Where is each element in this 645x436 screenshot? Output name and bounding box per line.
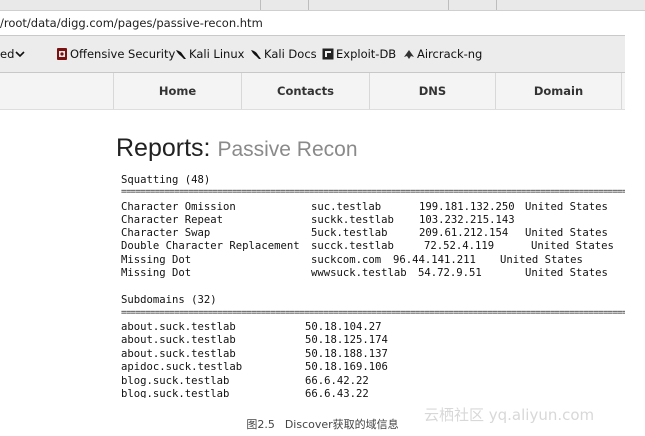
browser-tab[interactable] — [308, 0, 449, 10]
subdomain-host: blog.suck.testlab — [121, 388, 230, 398]
nav-label: Domain — [533, 84, 584, 98]
figure-caption: 图2.5 Discover获取的域信息 — [0, 416, 645, 432]
page-title-main: Reports: — [116, 134, 211, 162]
subdomain-ip: 50.18.104.27 — [305, 321, 382, 333]
exploitdb-icon — [322, 48, 334, 60]
figure-caption-text: Discover获取的域信息 — [284, 418, 399, 431]
subdomain-host: apidoc.suck.testlab — [121, 361, 243, 373]
squat-domain: wwwsuck.testlab — [311, 267, 407, 279]
squat-ip: 72.52.4.119 — [424, 240, 495, 252]
bookmark-kali-linux[interactable]: Kali Linux — [175, 47, 244, 61]
subdomain-ip: 66.6.42.22 — [305, 375, 369, 387]
bookmark-label: Kali Docs — [264, 47, 317, 61]
squat-domain: suc.testlab — [311, 201, 382, 213]
subdomain-host: about.suck.testlab — [121, 348, 236, 360]
table-row: Character Omission — [121, 201, 236, 214]
squat-type: Missing Dot — [121, 267, 192, 279]
subdomains-rule: ========================================… — [121, 310, 625, 317]
bookmark-label: ed — [0, 47, 15, 61]
squat-ip: 199.181.132.250 — [419, 201, 515, 213]
address-bar[interactable]: /root/data/digg.com/pages/passive-recon.… — [0, 11, 625, 36]
browser-tab[interactable] — [120, 0, 261, 10]
squat-type: Character Swap — [121, 227, 211, 239]
squat-country: United States — [525, 227, 608, 239]
squat-domain: suckcom.com — [311, 254, 382, 266]
figure-number: 图2.5 — [246, 418, 275, 431]
bookmark-label: Kali Linux — [189, 47, 245, 61]
squat-type: Double Character Replacement — [121, 240, 300, 252]
squatting-rule: ========================================… — [121, 189, 625, 196]
aircrack-icon — [404, 50, 414, 59]
offsec-icon — [57, 48, 67, 60]
squat-ip: 209.61.212.154 — [419, 227, 509, 239]
bookmark-most-visited[interactable]: ed — [0, 47, 25, 61]
bookmarks-toolbar: ed Offensive Security Kali Linux Kali Do… — [0, 36, 625, 73]
squat-type: Character Repeat — [121, 214, 224, 226]
nav-label: Contacts — [277, 84, 334, 98]
bookmark-exploit-db[interactable]: Exploit-DB — [322, 47, 396, 61]
squat-domain: 5uck.testlab — [311, 227, 388, 239]
squat-ip: 103.232.215.143 — [419, 214, 515, 226]
bookmark-label: Aircrack-ng — [417, 47, 483, 61]
squat-ip: 54.72.9.51 — [418, 267, 482, 279]
bookmark-label: Offensive Security — [70, 47, 176, 61]
site-navbar: Home Contacts DNS Domain — [0, 73, 625, 110]
nav-label: Home — [158, 84, 197, 98]
nav-label: DNS — [418, 84, 447, 98]
squat-country: United States — [500, 254, 583, 266]
subdomain-ip: 50.18.188.137 — [305, 348, 388, 360]
browser-tab[interactable] — [260, 0, 309, 10]
subdomain-host: about.suck.testlab — [121, 321, 236, 333]
squat-type: Missing Dot — [121, 254, 192, 266]
squat-country: United States — [525, 267, 608, 279]
subdomain-host: blog.suck.testlab — [121, 375, 230, 387]
kali-dragon-icon — [251, 50, 261, 59]
subdomain-host: about.suck.testlab — [121, 334, 236, 346]
nav-dns[interactable]: DNS — [369, 73, 495, 109]
subdomain-ip: 66.6.43.22 — [305, 388, 369, 398]
browser-tab[interactable] — [448, 0, 497, 10]
kali-dragon-icon — [176, 50, 186, 59]
squat-domain: suckk.testlab — [311, 214, 394, 226]
page-title: Reports: Passive Recon — [116, 134, 358, 163]
squat-country: United States — [525, 201, 608, 213]
squat-domain: succk.testlab — [311, 240, 394, 252]
bookmark-kali-docs[interactable]: Kali Docs — [250, 47, 317, 61]
url-text: /root/data/digg.com/pages/passive-recon.… — [0, 16, 263, 30]
subdomain-ip: 50.18.169.106 — [305, 361, 388, 373]
subdomain-ip: 50.18.125.174 — [305, 334, 388, 346]
bookmark-aircrack-ng[interactable]: Aircrack-ng — [403, 47, 482, 61]
squatting-header: Squatting (48) — [121, 174, 211, 186]
squat-ip: 96.44.141.211 — [393, 254, 476, 266]
nav-home[interactable]: Home — [113, 73, 241, 109]
nav-domain[interactable]: Domain — [495, 73, 622, 109]
browser-tab-strip — [0, 0, 645, 11]
chevron-down-icon — [15, 51, 25, 58]
squat-type: Character Omission — [121, 201, 236, 213]
bookmark-label: Exploit-DB — [336, 47, 397, 61]
page-title-sub: Passive Recon — [217, 138, 358, 161]
nav-contacts[interactable]: Contacts — [241, 73, 369, 109]
squat-country: United States — [531, 240, 614, 252]
subdomains-header: Subdomains (32) — [121, 294, 217, 306]
bookmark-offensive-security[interactable]: Offensive Security — [56, 47, 175, 61]
